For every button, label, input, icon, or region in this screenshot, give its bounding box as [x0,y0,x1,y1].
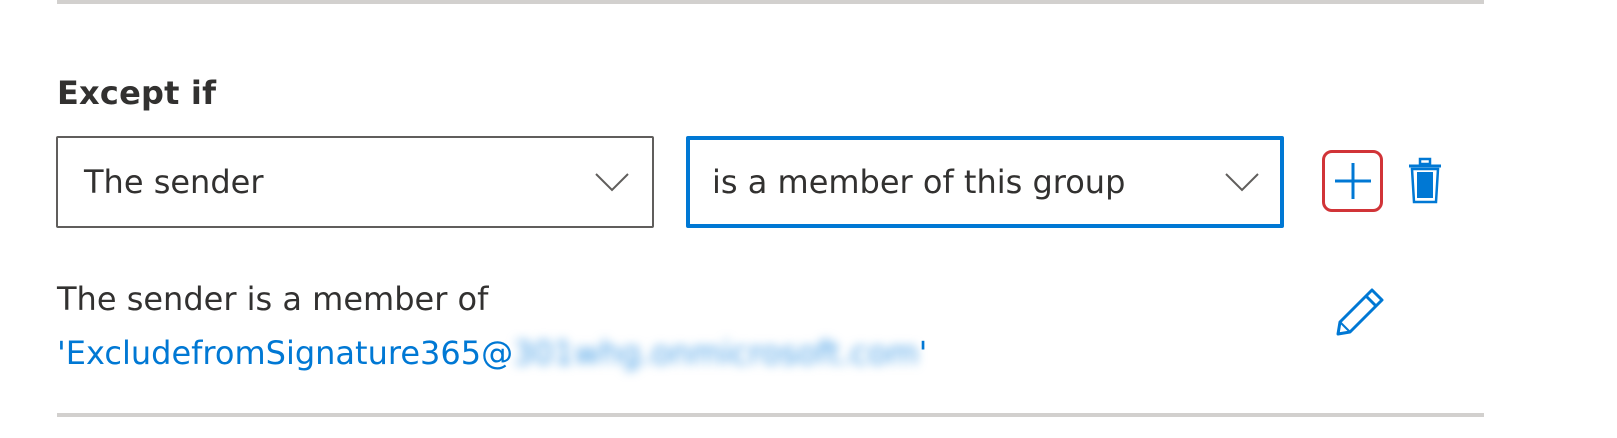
predicate-dropdown-value: is a member of this group [712,163,1126,201]
chevron-down-icon [1225,173,1259,192]
add-condition-button[interactable] [1322,150,1383,212]
subject-dropdown-value: The sender [84,163,264,201]
rule-exception-panel: Except if The sender is a member of this… [0,0,1617,438]
predicate-dropdown[interactable]: is a member of this group [686,136,1284,228]
edit-group-button[interactable] [1328,280,1392,344]
group-link-open: 'ExcludefromSignature365@ [57,334,514,372]
delete-icon [1409,157,1441,204]
condition-summary: The sender is a member of 'ExcludefromSi… [57,272,927,380]
group-link[interactable]: 'ExcludefromSignature365@301whg.onmicros… [57,326,927,380]
section-label: Except if [57,74,217,112]
summary-text: The sender is a member of [57,280,489,318]
top-divider [57,0,1484,4]
chevron-down-icon [595,173,629,192]
group-link-close: ' [918,334,928,372]
add-icon [1334,163,1371,199]
delete-condition-button[interactable] [1402,154,1448,208]
group-domain-redacted: 301whg.onmicrosoft.com [513,334,919,372]
bottom-divider [57,413,1484,417]
edit-icon [1336,288,1384,336]
subject-dropdown[interactable]: The sender [56,136,654,228]
